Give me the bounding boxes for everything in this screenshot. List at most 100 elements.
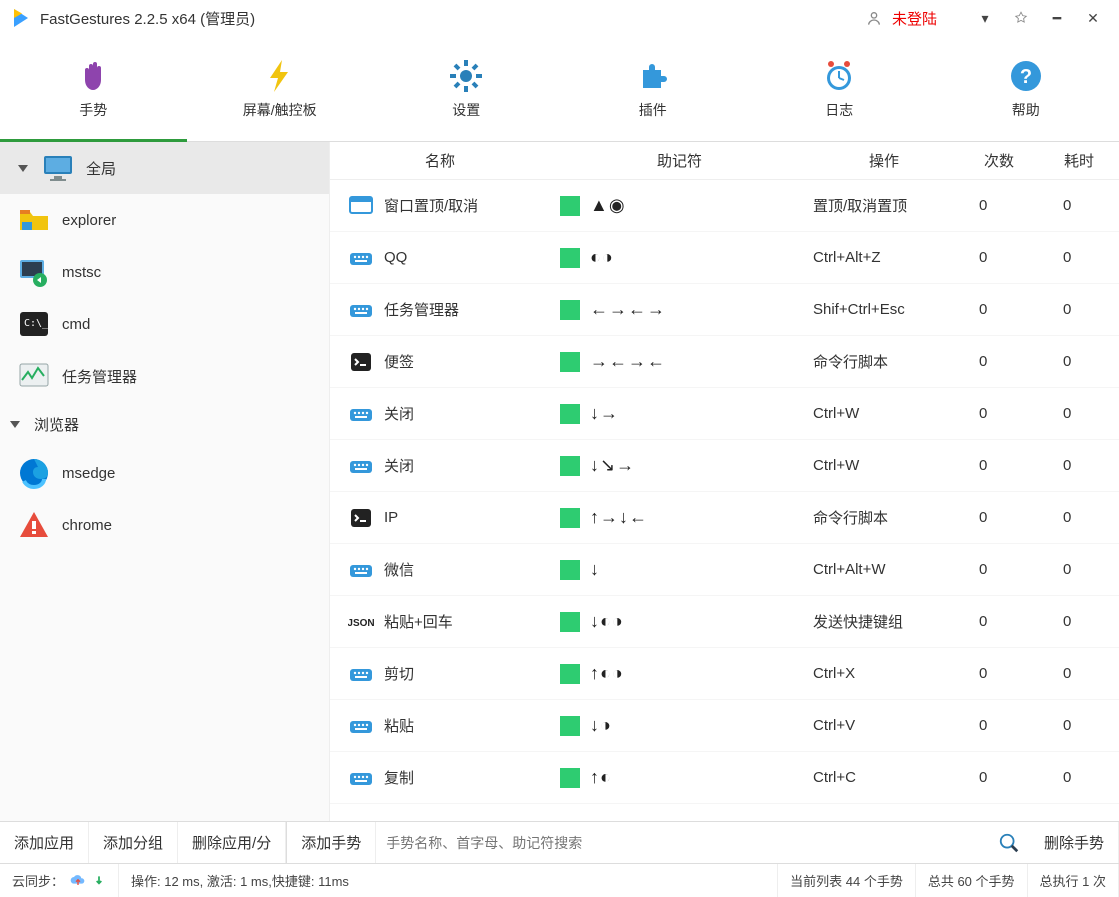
sidebar-item-msedge[interactable]: msedge	[0, 447, 329, 499]
delete-gesture-button[interactable]: 删除手势	[1030, 822, 1119, 863]
sidebar-item-taskmgr[interactable]: 任务管理器	[0, 350, 329, 402]
header-mnemonic[interactable]: 助记符	[550, 150, 809, 171]
table-row[interactable]: QQ◐◑Ctrl+Alt+Z00	[330, 232, 1119, 284]
row-mnemonic: ▲◉	[590, 195, 626, 216]
table-body[interactable]: 窗口置顶/取消▲◉置顶/取消置顶00QQ◐◑Ctrl+Alt+Z00任务管理器←…	[330, 180, 1119, 821]
row-time: 0	[1039, 769, 1119, 786]
caret-down-icon	[10, 421, 20, 428]
cloud-up-icon[interactable]	[70, 874, 86, 888]
sidebar-item-mstsc[interactable]: mstsc	[0, 246, 329, 298]
tab-logs[interactable]: 日志	[746, 36, 933, 141]
svg-text:C:\_: C:\_	[24, 318, 49, 329]
sidebar-item-cmd[interactable]: C:\_ cmd	[0, 298, 329, 350]
row-mnemonic: ←→←→	[590, 299, 666, 320]
header-count[interactable]: 次数	[959, 150, 1039, 171]
gear-icon	[448, 58, 484, 94]
add-group-button[interactable]: 添加分组	[89, 822, 178, 863]
titlebar: FastGestures 2.2.5 x64 (管理员) 未登陆 ▾ ━ ✕	[0, 0, 1119, 36]
table-row[interactable]: 微信↓Ctrl+Alt+W00	[330, 544, 1119, 596]
row-count: 0	[959, 613, 1039, 630]
row-operation: 发送快捷键组	[809, 611, 959, 632]
sidebar-item-chrome[interactable]: chrome	[0, 499, 329, 551]
status-current-list: 当前列表 44 个手势	[778, 864, 916, 897]
login-status[interactable]: 未登陆	[892, 8, 937, 29]
row-time: 0	[1039, 509, 1119, 526]
table-row[interactable]: 窗口置顶/取消▲◉置顶/取消置顶00	[330, 180, 1119, 232]
row-count: 0	[959, 509, 1039, 526]
row-time: 0	[1039, 665, 1119, 682]
row-mnemonic: ↑→↓←	[590, 507, 648, 528]
main-tabs: 手势 屏幕/触控板 设置 插件 日志 ? 帮助	[0, 36, 1119, 142]
tab-screen[interactable]: 屏幕/触控板	[187, 36, 374, 141]
gesture-trigger-icon	[560, 768, 580, 788]
row-time: 0	[1039, 197, 1119, 214]
taskmgr-icon	[18, 360, 50, 392]
add-app-button[interactable]: 添加应用	[0, 822, 89, 863]
row-type-icon	[348, 557, 374, 583]
row-operation: Ctrl+Alt+W	[809, 561, 959, 578]
table-row[interactable]: 复制↑◐Ctrl+C00	[330, 752, 1119, 804]
table-row[interactable]: 关闭↓→Ctrl+W00	[330, 388, 1119, 440]
table-header: 名称 助记符 操作 次数 耗时	[330, 142, 1119, 180]
folder-icon	[18, 204, 50, 236]
table-row[interactable]: JSON粘贴+回车↓◐◑发送快捷键组00	[330, 596, 1119, 648]
row-type-icon	[348, 349, 374, 375]
row-mnemonic: ↓	[590, 559, 600, 580]
row-operation: 命令行脚本	[809, 507, 959, 528]
sidebar-item-explorer[interactable]: explorer	[0, 194, 329, 246]
tab-help[interactable]: ? 帮助	[933, 36, 1119, 141]
search-icon[interactable]	[998, 832, 1020, 854]
row-type-icon	[348, 453, 374, 479]
tab-plugins[interactable]: 插件	[560, 36, 747, 141]
row-name: QQ	[384, 249, 407, 266]
question-icon: ?	[1008, 58, 1044, 94]
dropdown-icon[interactable]: ▾	[967, 4, 1003, 32]
tab-label: 屏幕/触控板	[243, 100, 317, 120]
sidebar-group-browsers[interactable]: 浏览器	[0, 402, 329, 447]
gesture-trigger-icon	[560, 456, 580, 476]
minimize-button[interactable]: ━	[1039, 4, 1075, 32]
table-row[interactable]: 关闭↓↘→Ctrl+W00	[330, 440, 1119, 492]
cloud-down-icon[interactable]	[92, 874, 106, 888]
pin-icon[interactable]	[1003, 4, 1039, 32]
row-operation: Shif+Ctrl+Esc	[809, 301, 959, 318]
sidebar-item-global[interactable]: 全局	[0, 142, 329, 194]
row-mnemonic: ◐◑	[590, 247, 614, 268]
header-name[interactable]: 名称	[330, 150, 550, 171]
gesture-trigger-icon	[560, 352, 580, 372]
row-operation: Ctrl+W	[809, 405, 959, 422]
row-operation: Ctrl+W	[809, 457, 959, 474]
row-count: 0	[959, 353, 1039, 370]
header-operation[interactable]: 操作	[809, 150, 959, 171]
row-time: 0	[1039, 249, 1119, 266]
tab-gestures[interactable]: 手势	[0, 36, 187, 141]
sidebar-label: mstsc	[62, 264, 101, 281]
gesture-trigger-icon	[560, 300, 580, 320]
bolt-icon	[262, 58, 298, 94]
row-operation: Ctrl+C	[809, 769, 959, 786]
table-row[interactable]: 粘贴↓◑Ctrl+V00	[330, 700, 1119, 752]
row-count: 0	[959, 769, 1039, 786]
hand-icon	[75, 58, 111, 94]
row-type-icon	[348, 401, 374, 427]
delete-app-button[interactable]: 删除应用/分	[178, 822, 286, 863]
search-input[interactable]	[386, 835, 990, 851]
table-row[interactable]: 便签→←→←命令行脚本00	[330, 336, 1119, 388]
sidebar-label: msedge	[62, 465, 115, 482]
svg-text:JSON: JSON	[348, 618, 374, 629]
tab-label: 手势	[79, 100, 107, 120]
table-row[interactable]: 任务管理器←→←→Shif+Ctrl+Esc00	[330, 284, 1119, 336]
close-button[interactable]: ✕	[1075, 4, 1111, 32]
table-row[interactable]: IP↑→↓←命令行脚本00	[330, 492, 1119, 544]
header-time[interactable]: 耗时	[1039, 150, 1119, 171]
tab-label: 插件	[639, 100, 667, 120]
table-row[interactable]: 剪切↑◐◑Ctrl+X00	[330, 648, 1119, 700]
gesture-trigger-icon	[560, 196, 580, 216]
gesture-trigger-icon	[560, 716, 580, 736]
tab-settings[interactable]: 设置	[373, 36, 560, 141]
status-total: 总共 60 个手势	[916, 864, 1028, 897]
add-gesture-button[interactable]: 添加手势	[286, 822, 376, 863]
user-icon[interactable]	[856, 4, 892, 32]
row-mnemonic: ↑◐◑	[590, 663, 624, 684]
status-sync-label: 云同步：	[12, 871, 64, 890]
